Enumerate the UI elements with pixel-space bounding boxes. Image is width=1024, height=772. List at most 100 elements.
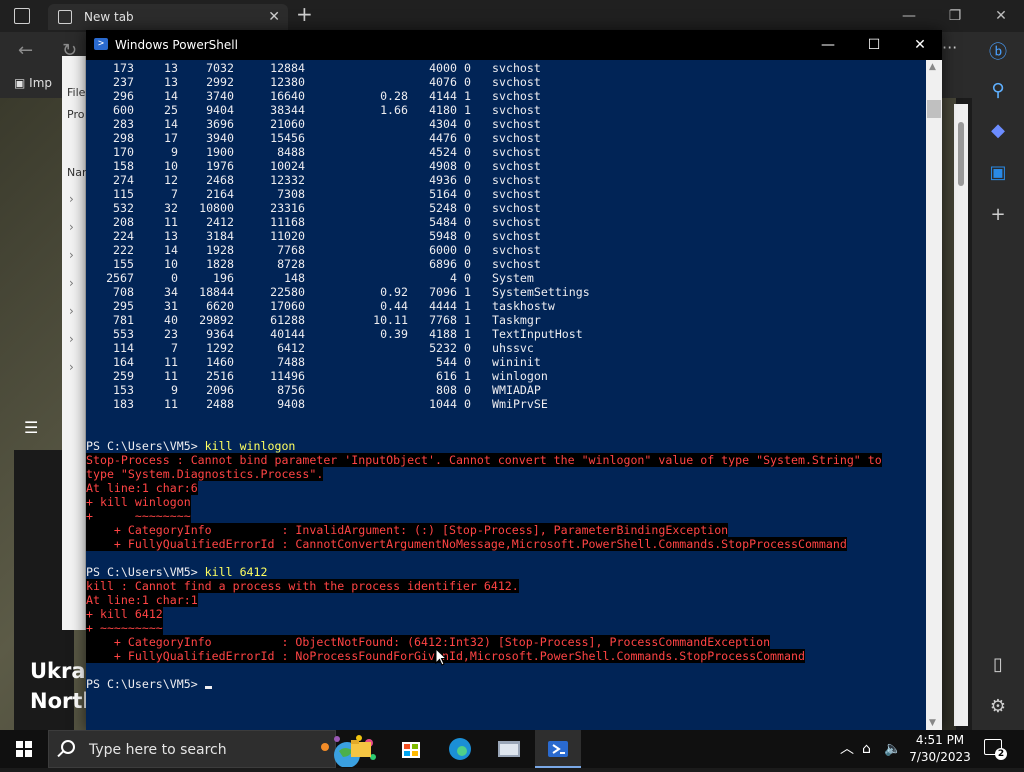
windows-logo-icon — [16, 741, 32, 757]
volume-icon[interactable]: 🔈 — [884, 730, 901, 768]
chevron-right-icon[interactable]: › — [69, 220, 74, 234]
process-row: 600 25 9404 38344 1.66 4180 1 svchost — [86, 103, 926, 117]
prompt-line: PS C:\Users\VM5> kill winlogon — [86, 439, 295, 453]
browser-minimize-button[interactable]: — — [886, 0, 932, 32]
taskbar-app[interactable] — [486, 730, 532, 768]
browser-scrollbar[interactable] — [954, 104, 968, 726]
process-cell: 0 — [464, 61, 471, 75]
copilot-icon[interactable]: ◆ — [972, 120, 1024, 141]
process-cell: 12332 — [270, 173, 305, 187]
back-arrow-icon[interactable]: ← — [18, 40, 33, 61]
process-cell: 21060 — [270, 117, 305, 131]
error-text: At line:1 char:1 — [86, 593, 198, 607]
process-row: 259 11 2516 11496 616 1 winlogon — [86, 369, 926, 383]
browser-sidebar: ⓑ ⚲ ◆ ▣ + ▯ ⚙ — [972, 32, 1024, 730]
console-scrollbar[interactable]: ▲ ▼ — [926, 60, 942, 730]
minimize-button[interactable]: — — [805, 30, 851, 60]
process-cell: 0 — [464, 131, 471, 145]
console-output[interactable]: 173 13 7032 12884 4000 0 svchost 237 13 2992 12380… — [86, 60, 926, 730]
chevron-right-icon[interactable]: › — [69, 248, 74, 262]
show-hidden-icons-icon[interactable]: ︿ — [840, 730, 854, 768]
taskbar: Type here to search ︿ ⌂ 🔈 4:51 PM 7/30/2… — [0, 730, 1024, 768]
news-headline[interactable]: Ukrai North — [30, 656, 90, 716]
error-text: + kill 6412 — [86, 607, 163, 621]
process-cell: 0 — [464, 215, 471, 229]
process-row: 170 9 1900 8488 4524 0 svchost — [86, 145, 926, 159]
scroll-thumb[interactable] — [958, 122, 964, 186]
scroll-up-arrow-icon[interactable]: ▲ — [929, 62, 936, 72]
process-cell: 0 — [464, 187, 471, 201]
bing-chat-icon[interactable]: ⓑ — [972, 38, 1024, 64]
browser-window-controls: — ❐ ✕ — [886, 0, 1024, 32]
browser-close-button[interactable]: ✕ — [978, 0, 1024, 32]
process-cell: 9 — [171, 383, 178, 397]
browser-tab[interactable]: New tab ✕ — [48, 4, 288, 30]
error-text: + ~~~~~~~~~ — [86, 621, 163, 635]
taskbar-powershell[interactable] — [535, 730, 581, 768]
taskbar-search-box[interactable]: Type here to search — [48, 730, 376, 768]
process-cell: 3184 — [206, 229, 234, 243]
process-cell: 0 — [464, 257, 471, 271]
process-cell: uhssvc — [492, 341, 534, 355]
chevron-right-icon[interactable]: › — [69, 304, 74, 318]
taskbar-clock[interactable]: 4:51 PM 7/30/2023 — [900, 732, 980, 766]
process-cell: 6412 — [277, 341, 305, 355]
process-cell: svchost — [492, 215, 541, 229]
process-cell: svchost — [492, 257, 541, 271]
explorer-panel: File Pro Nar › › › › › › › — [62, 56, 87, 630]
process-cell: 2164 — [206, 187, 234, 201]
browser-restore-button[interactable]: ❐ — [932, 0, 978, 32]
process-cell: svchost — [492, 201, 541, 215]
process-cell: 1828 — [206, 257, 234, 271]
taskbar-file-explorer[interactable] — [338, 730, 384, 768]
prompt-line: PS C:\Users\VM5> kill 6412 — [86, 565, 268, 579]
process-row: 164 11 1460 7488 544 0 wininit — [86, 355, 926, 369]
add-sidebar-icon[interactable]: + — [972, 204, 1024, 225]
chevron-right-icon[interactable]: › — [69, 360, 74, 374]
process-cell: 6620 — [206, 299, 234, 313]
sidebar-search-icon[interactable]: ⚲ — [972, 80, 1024, 101]
close-tab-icon[interactable]: ✕ — [268, 4, 280, 30]
process-cell: 12884 — [270, 61, 305, 75]
powershell-titlebar[interactable]: > Windows PowerShell — ☐ ✕ — [86, 30, 942, 60]
process-cell: 1460 — [206, 355, 234, 369]
more-options-icon[interactable]: ··· — [942, 38, 957, 57]
process-row: 296 14 3740 16640 0.28 4144 1 svchost — [86, 89, 926, 103]
chevron-right-icon[interactable]: › — [69, 192, 74, 206]
chevron-right-icon[interactable]: › — [69, 276, 74, 290]
sidebar-panel-icon[interactable]: ▯ — [972, 654, 1024, 675]
process-row: 553 23 9364 40144 0.39 4188 1 TextInputHost — [86, 327, 926, 341]
process-row: 158 10 1976 10024 4908 0 svchost — [86, 159, 926, 173]
close-button[interactable]: ✕ — [897, 30, 943, 60]
process-cell: 15456 — [270, 131, 305, 145]
mouse-pointer-icon — [435, 648, 447, 666]
process-cell: 40144 — [270, 327, 305, 341]
process-cell: 8488 — [277, 145, 305, 159]
console-scroll-thumb[interactable] — [927, 100, 941, 118]
taskbar-edge[interactable] — [437, 730, 483, 768]
error-line: Stop-Process : Cannot bind parameter 'In… — [86, 453, 882, 467]
error-text: + ~~~~~~~~ — [86, 509, 191, 523]
process-cell: svchost — [492, 103, 541, 117]
notification-badge: 2 — [995, 748, 1007, 760]
hamburger-menu-icon[interactable]: ☰ — [24, 418, 38, 437]
settings-gear-icon[interactable]: ⚙ — [972, 696, 1024, 717]
process-cell: 10024 — [270, 159, 305, 173]
maximize-button[interactable]: ☐ — [851, 30, 897, 60]
process-cell: 13 — [164, 229, 178, 243]
start-button[interactable] — [0, 730, 48, 768]
new-tab-button[interactable]: + — [296, 2, 313, 26]
outlook-icon[interactable]: ▣ — [972, 162, 1024, 183]
process-row: 208 11 2412 11168 5484 0 svchost — [86, 215, 926, 229]
taskbar-store[interactable] — [388, 730, 434, 768]
network-icon[interactable]: ⌂ — [862, 730, 871, 768]
process-row: 224 13 3184 11020 5948 0 svchost — [86, 229, 926, 243]
process-cell: 0 — [464, 173, 471, 187]
scroll-down-arrow-icon[interactable]: ▼ — [929, 718, 936, 728]
favorites-item[interactable]: ▣ Imp — [14, 76, 52, 90]
powershell-window[interactable]: > Windows PowerShell — ☐ ✕ 173 13 7032 1288… — [86, 30, 942, 730]
chevron-right-icon[interactable]: › — [69, 332, 74, 346]
process-cell: 10800 — [199, 201, 234, 215]
process-cell: 7308 — [277, 187, 305, 201]
tab-actions-icon[interactable] — [14, 8, 30, 24]
